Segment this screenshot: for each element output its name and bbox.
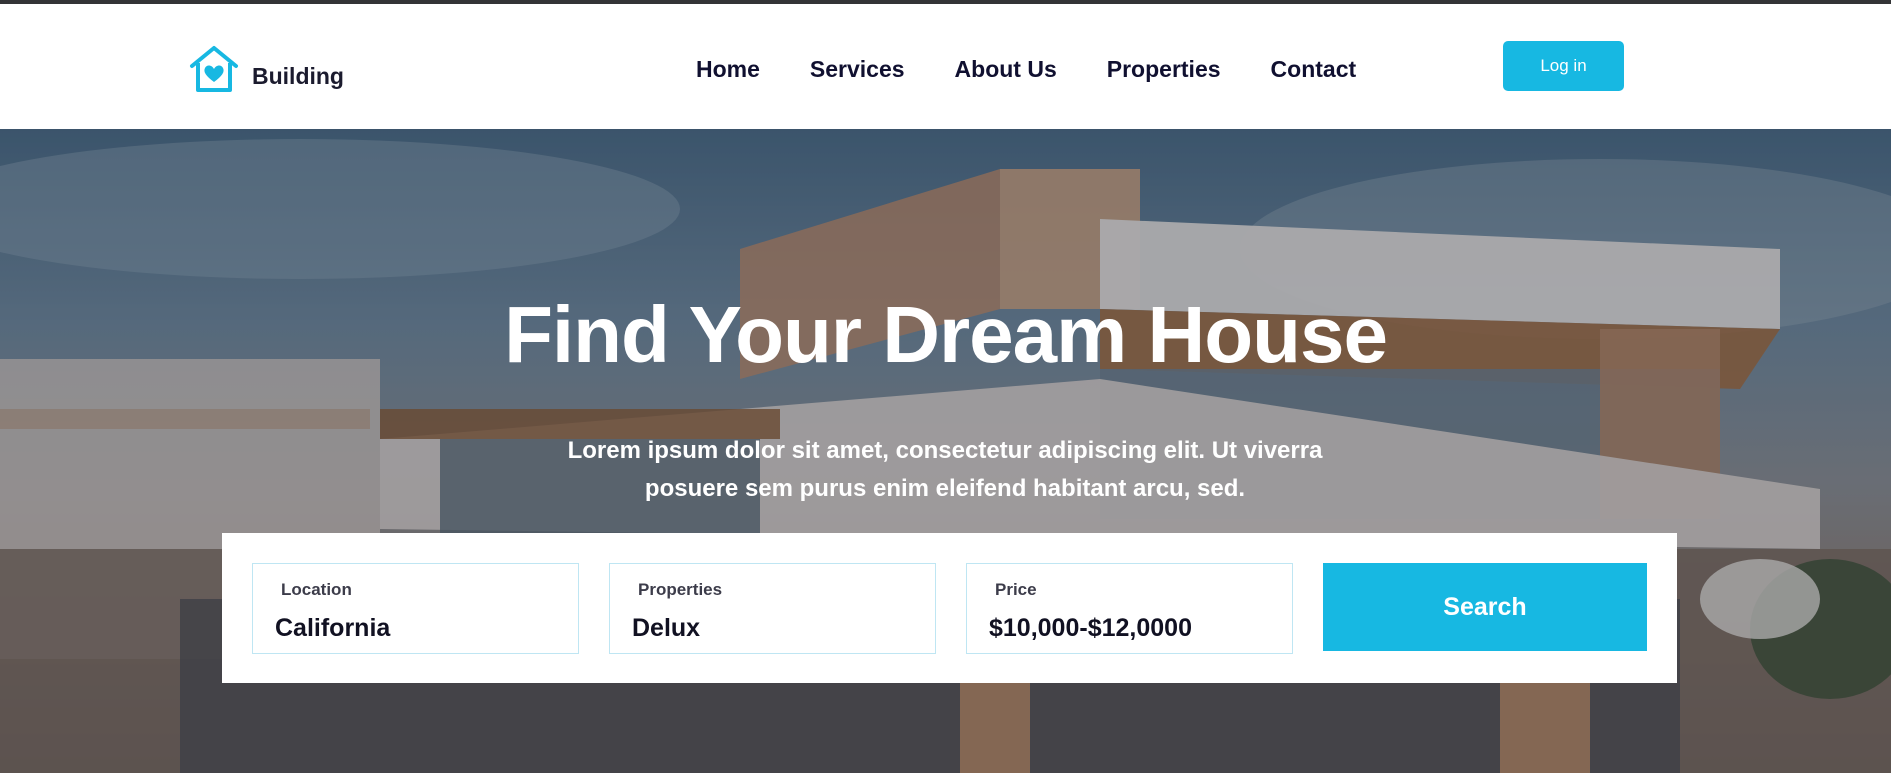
navbar: Building Home Services About Us Properti… — [0, 4, 1891, 129]
hero-title: Find Your Dream House — [504, 290, 1388, 379]
hero-section: Find Your Dream House Lorem ipsum dolor … — [0, 129, 1891, 773]
main-nav: Home Services About Us Properties Contac… — [696, 56, 1356, 83]
nav-home[interactable]: Home — [696, 56, 760, 83]
properties-field[interactable]: Properties Delux — [609, 563, 936, 654]
properties-value: Delux — [632, 614, 701, 642]
price-value: $10,000-$12,0000 — [989, 614, 1192, 642]
nav-properties[interactable]: Properties — [1107, 56, 1221, 83]
location-field[interactable]: Location California — [252, 563, 579, 654]
house-heart-icon — [190, 46, 238, 92]
nav-about-us[interactable]: About Us — [955, 56, 1057, 83]
search-button[interactable]: Search — [1323, 563, 1647, 651]
brand-name: Building — [252, 62, 344, 89]
nav-services[interactable]: Services — [810, 56, 905, 83]
login-button[interactable]: Log in — [1503, 41, 1624, 91]
properties-label: Properties — [638, 580, 723, 599]
search-panel: Location California Properties Delux Pri… — [222, 533, 1677, 683]
price-label: Price — [995, 580, 1037, 599]
hero-subtitle: Lorem ipsum dolor sit amet, consectetur … — [567, 437, 1323, 502]
location-value: California — [275, 614, 391, 642]
location-label: Location — [281, 580, 352, 599]
price-field[interactable]: Price $10,000-$12,0000 — [966, 563, 1293, 654]
nav-contact[interactable]: Contact — [1271, 56, 1357, 83]
logo[interactable]: Building — [188, 44, 344, 94]
